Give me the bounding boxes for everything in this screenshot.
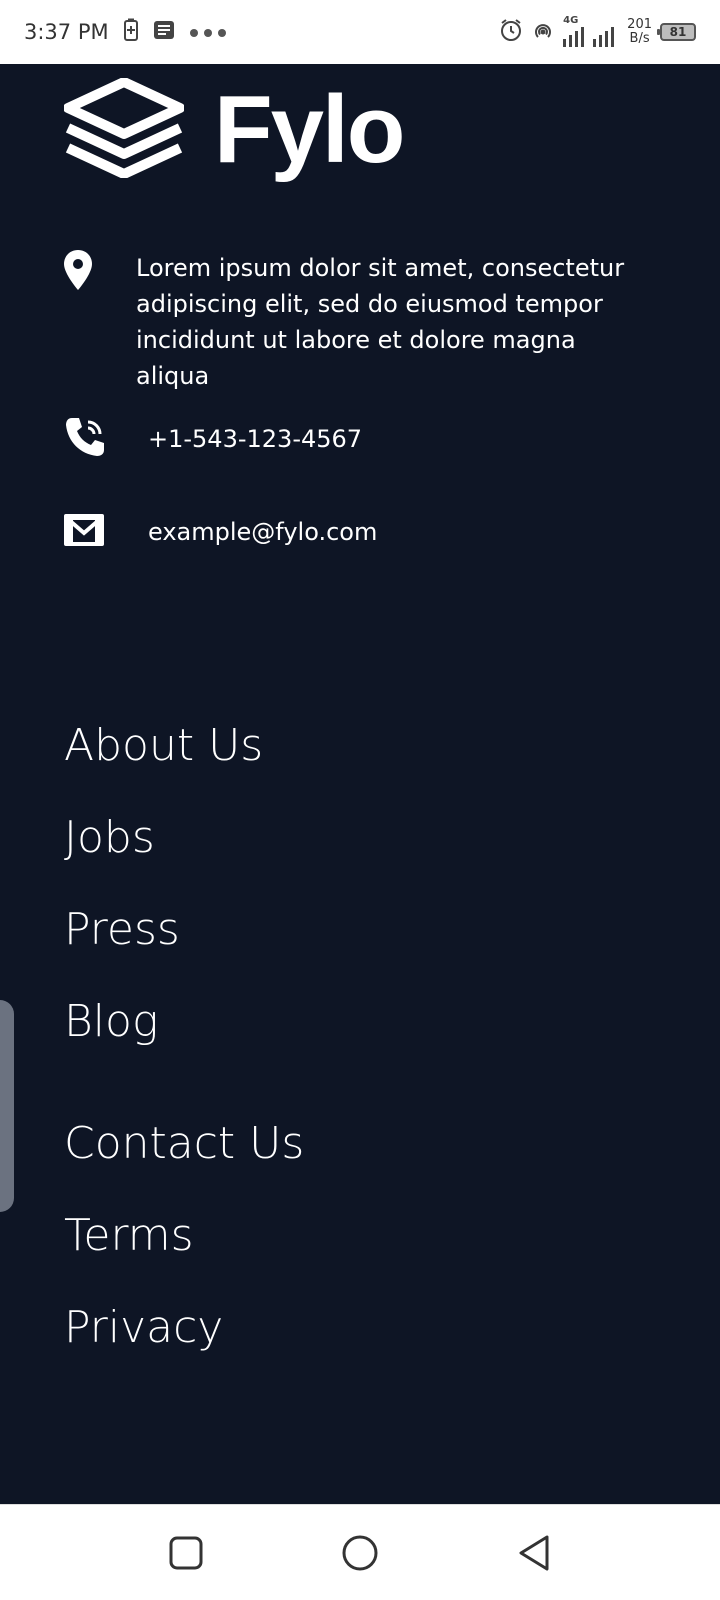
footer-links-secondary: Contact Us Terms Privacy — [64, 1098, 304, 1374]
footer-link-jobs[interactable]: Jobs — [64, 792, 263, 884]
hotspot-icon — [531, 18, 555, 46]
fylo-logo[interactable]: Fylo — [63, 76, 405, 183]
status-left: 3:37 PM — [24, 0, 227, 64]
signal-icon: 4G — [563, 15, 619, 47]
net-speed-unit: B/s — [629, 31, 650, 46]
net-speed: 201 B/s — [627, 18, 652, 46]
battery-saver-icon — [123, 18, 139, 46]
email-address[interactable]: example@fylo.com — [148, 514, 377, 550]
footer-link-terms[interactable]: Terms — [64, 1190, 304, 1282]
address-row: Lorem ipsum dolor sit amet, consectetur … — [64, 250, 656, 394]
battery-level: 81 — [669, 25, 687, 39]
system-navigation-bar — [0, 1504, 720, 1600]
recent-apps-button[interactable] — [166, 1533, 206, 1573]
phone-row[interactable]: +1-543-123-4567 — [64, 416, 362, 462]
status-bar: 3:37 PM 4G 201 B/s 81 — [0, 0, 720, 64]
square-icon — [169, 1536, 203, 1570]
status-right: 4G 201 B/s 81 — [499, 0, 696, 64]
site-footer: Fylo Lorem ipsum dolor sit amet, consect… — [0, 64, 720, 1504]
footer-link-contact-us[interactable]: Contact Us — [64, 1098, 304, 1190]
message-icon — [153, 20, 175, 44]
net-speed-value: 201 — [627, 17, 652, 32]
email-row[interactable]: example@fylo.com — [64, 514, 377, 550]
footer-link-about-us[interactable]: About Us — [64, 700, 263, 792]
footer-link-blog[interactable]: Blog — [64, 976, 263, 1068]
more-dots-icon — [189, 23, 227, 42]
mail-icon — [64, 514, 148, 550]
back-button[interactable] — [514, 1533, 554, 1573]
footer-link-privacy[interactable]: Privacy — [64, 1282, 304, 1374]
battery-icon: 81 — [657, 23, 696, 41]
location-pin-icon — [64, 250, 136, 294]
phone-number[interactable]: +1-543-123-4567 — [148, 421, 362, 457]
status-time: 3:37 PM — [24, 20, 109, 44]
address-text: Lorem ipsum dolor sit amet, consectetur … — [136, 254, 625, 390]
footer-links-primary: About Us Jobs Press Blog — [64, 700, 263, 1068]
logo-text: Fylo — [214, 76, 405, 183]
circle-icon — [342, 1535, 378, 1571]
home-button[interactable] — [340, 1533, 380, 1573]
footer-link-press[interactable]: Press — [64, 884, 263, 976]
phone-icon — [64, 416, 148, 462]
alarm-icon — [499, 18, 523, 46]
back-triangle-icon — [519, 1535, 549, 1571]
network-type-label: 4G — [563, 15, 579, 26]
layers-logo-icon — [63, 77, 185, 182]
edge-panel-handle[interactable] — [0, 1000, 14, 1212]
